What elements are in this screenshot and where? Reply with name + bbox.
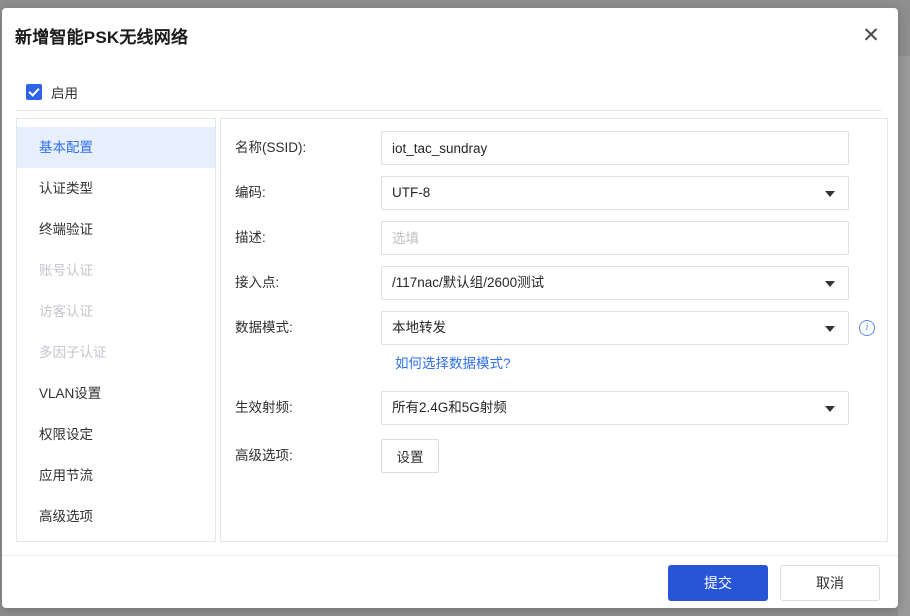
radio-band-select-value: 所有2.4G和5G射频 <box>392 400 507 415</box>
page-scrollbar[interactable] <box>898 0 910 616</box>
advanced-options-field-wrap: 设置 <box>381 439 439 473</box>
form-row-data-mode: 数据模式: 本地转发 i <box>221 311 887 345</box>
form-row-advanced-options: 高级选项: 设置 <box>221 439 887 473</box>
radio-band-label: 生效射频: <box>235 400 293 415</box>
sidebar-item-basic-config[interactable]: 基本配置 <box>17 127 215 168</box>
dialog-body: 基本配置 认证类型 终端验证 账号认证 访客认证 多因子认证 VLAN设置 权限… <box>16 118 888 542</box>
form-row-description: 描述: <box>221 221 887 255</box>
chevron-down-icon <box>825 191 835 197</box>
encoding-select-value: UTF-8 <box>392 185 431 200</box>
advanced-settings-button[interactable]: 设置 <box>381 439 439 473</box>
sidebar-item-app-throttling[interactable]: 应用节流 <box>17 455 215 496</box>
ssid-input[interactable] <box>381 131 849 165</box>
data-mode-help-link[interactable]: 如何选择数据模式? <box>395 352 511 372</box>
sidebar-item-account-auth: 账号认证 <box>39 263 93 278</box>
cancel-button[interactable]: 取消 <box>780 565 880 601</box>
enable-checkbox[interactable] <box>26 84 42 100</box>
data-mode-label: 数据模式: <box>235 320 293 335</box>
info-circle-icon[interactable]: i <box>859 320 875 336</box>
access-point-select-value: /117nac/默认组/2600测试 <box>392 275 545 290</box>
sidebar-item-auth-type[interactable]: 认证类型 <box>17 168 215 209</box>
close-icon[interactable]: ✕ <box>856 20 886 50</box>
encoding-field-wrap: UTF-8 <box>381 176 849 210</box>
chevron-down-icon <box>825 326 835 332</box>
dialog-footer: 提交 取消 <box>668 565 880 601</box>
enable-checkbox-label: 启用 <box>51 86 78 101</box>
form-row-ssid: 名称(SSID): <box>221 131 887 165</box>
settings-sidebar: 基本配置 认证类型 终端验证 账号认证 访客认证 多因子认证 VLAN设置 权限… <box>16 118 216 542</box>
data-mode-select-value: 本地转发 <box>392 320 446 335</box>
chevron-down-icon <box>825 281 835 287</box>
dialog-header: 新增智能PSK无线网络 ✕ <box>2 8 898 66</box>
page-root: 新增智能PSK无线网络 ✕ 启用 基本配置 认证类型 终端验证 账号认证 访客认… <box>0 0 910 616</box>
data-mode-select[interactable]: 本地转发 <box>381 311 849 345</box>
sidebar-item-terminal-verification[interactable]: 终端验证 <box>17 209 215 250</box>
description-label: 描述: <box>235 230 266 245</box>
access-point-label: 接入点: <box>235 275 280 290</box>
radio-band-field-wrap: 所有2.4G和5G射频 <box>381 391 849 425</box>
data-mode-field-wrap: 本地转发 i <box>381 311 875 345</box>
sidebar-item-vlan-settings[interactable]: VLAN设置 <box>17 373 215 414</box>
form-row-encoding: 编码: UTF-8 <box>221 176 887 210</box>
radio-band-select[interactable]: 所有2.4G和5G射频 <box>381 391 849 425</box>
encoding-select[interactable]: UTF-8 <box>381 176 849 210</box>
description-field-wrap <box>381 221 849 255</box>
access-point-select[interactable]: /117nac/默认组/2600测试 <box>381 266 849 300</box>
form-row-access-point: 接入点: /117nac/默认组/2600测试 <box>221 266 887 300</box>
enable-checkbox-row[interactable]: 启用 <box>26 82 78 102</box>
access-point-field-wrap: /117nac/默认组/2600测试 <box>381 266 849 300</box>
form-row-radio-band: 生效射频: 所有2.4G和5G射频 <box>221 391 887 425</box>
sidebar-item-guest-auth: 访客认证 <box>39 304 93 319</box>
page-title: 新增智能PSK无线网络 <box>15 28 189 47</box>
header-divider <box>16 110 882 111</box>
advanced-options-label: 高级选项: <box>235 448 293 463</box>
footer-divider <box>2 555 898 556</box>
ssid-label: 名称(SSID): <box>235 140 307 155</box>
chevron-down-icon <box>825 406 835 412</box>
description-input[interactable] <box>381 221 849 255</box>
ssid-field-wrap <box>381 131 849 165</box>
sidebar-item-permission-settings[interactable]: 权限设定 <box>17 414 215 455</box>
encoding-label: 编码: <box>235 185 266 200</box>
sidebar-item-advanced-options[interactable]: 高级选项 <box>17 496 215 537</box>
add-psk-wireless-network-dialog: 新增智能PSK无线网络 ✕ 启用 基本配置 认证类型 终端验证 账号认证 访客认… <box>2 8 898 608</box>
sidebar-item-mfa-auth: 多因子认证 <box>39 345 107 360</box>
submit-button[interactable]: 提交 <box>668 565 768 601</box>
page-scrollbar-thumb[interactable] <box>898 0 910 56</box>
basic-config-form: 名称(SSID): 编码: UTF-8 <box>220 118 888 542</box>
